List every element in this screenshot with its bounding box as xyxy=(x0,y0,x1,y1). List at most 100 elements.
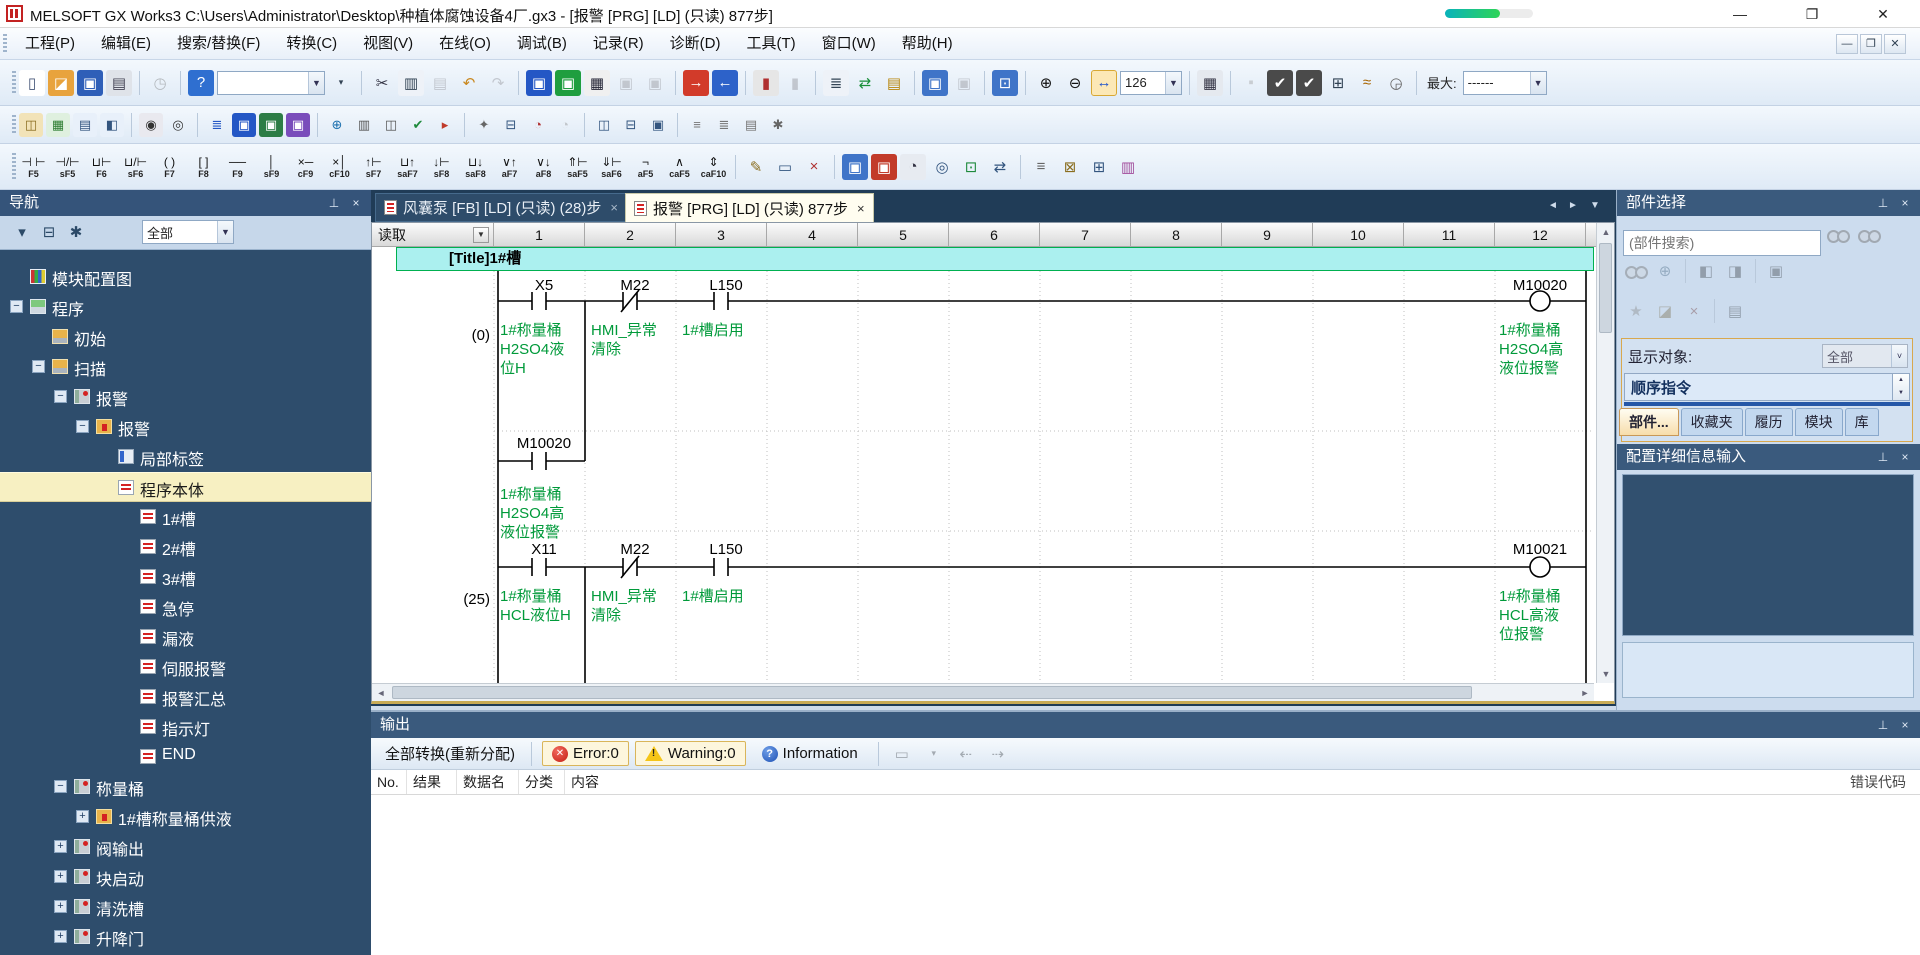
device-name[interactable]: M22 xyxy=(590,277,680,294)
menu-item[interactable]: 编辑(E) xyxy=(88,28,164,59)
menu-item[interactable]: 搜索/替换(F) xyxy=(164,28,273,59)
hscroll-thumb[interactable] xyxy=(392,686,1472,699)
fit-zoom-icon[interactable]: ↔ xyxy=(1091,70,1117,96)
project-revision-icon[interactable]: ◷ xyxy=(147,70,173,96)
device-name[interactable]: X11 xyxy=(499,541,589,558)
find-contact-coil-icon[interactable]: ◎ xyxy=(929,154,955,180)
tab-favorites[interactable]: 收藏夹 xyxy=(1681,408,1743,436)
zoom-combo-arrow-icon[interactable]: ▼ xyxy=(1165,72,1181,94)
ladder-symbol-saF7[interactable]: ⊔↑saF7 xyxy=(391,148,424,186)
options-icon[interactable]: ✱ xyxy=(766,113,790,137)
collapse-icon[interactable]: − xyxy=(76,420,89,433)
save-project-icon[interactable]: ▣ xyxy=(77,70,103,96)
ladder-symbol-aF5[interactable]: ¬aF5 xyxy=(629,148,662,186)
information-filter-button[interactable]: ?Information xyxy=(752,741,868,766)
scroll-left-icon[interactable]: ◄ xyxy=(372,684,390,702)
tab-alarm-program[interactable]: 报警 [PRG] [LD] (只读) 877步 × xyxy=(625,193,874,222)
watch-stop-icon[interactable]: ◔ xyxy=(553,113,577,137)
new-project-icon[interactable]: ▯ xyxy=(19,70,45,96)
watch-start-icon[interactable]: ◔ xyxy=(526,113,550,137)
close-icon[interactable]: × xyxy=(1896,194,1914,212)
nav-tree-item[interactable]: −程序 xyxy=(0,292,371,322)
open-project-icon[interactable]: ◪ xyxy=(48,70,74,96)
tab-parts[interactable]: 部件... xyxy=(1619,408,1679,436)
tree-display-icon[interactable]: ⊟ xyxy=(37,220,61,244)
next-message-icon[interactable]: ⇢ xyxy=(985,741,1011,767)
mdi-close-button[interactable]: ✕ xyxy=(1884,34,1906,54)
max-combobox[interactable]: ------▼ xyxy=(1463,71,1547,95)
previous-message-icon[interactable]: ⇠ xyxy=(953,741,979,767)
pin-icon[interactable]: ⊥ xyxy=(1874,194,1892,212)
binoculars-find-icon[interactable]: ◉ xyxy=(139,113,163,137)
nav-tree-item[interactable]: −报警 xyxy=(0,412,371,442)
output-column-header[interactable]: 数据名 xyxy=(457,770,519,794)
menu-item[interactable]: 工程(P) xyxy=(12,28,88,59)
ladder-symbol-aF8[interactable]: ∨↓aF8 xyxy=(527,148,560,186)
nav-tree-item[interactable]: 2#槽 xyxy=(0,532,371,562)
ladder-symbol-sF6[interactable]: ⊔/⊢sF6 xyxy=(119,148,152,186)
hot-key-monitor-icon[interactable]: ▦ xyxy=(584,70,610,96)
data-flow-icon[interactable]: ⇄ xyxy=(852,70,878,96)
ladder-symbol-sF7[interactable]: ↑⊢sF7 xyxy=(357,148,390,186)
verify-data-icon[interactable]: ≣ xyxy=(823,70,849,96)
device-name[interactable]: M10021 xyxy=(1495,541,1585,558)
nav-tree-item[interactable]: 初始 xyxy=(0,322,371,352)
display-target-combobox[interactable]: 全部˅ xyxy=(1822,344,1908,368)
close-button[interactable]: ✕ xyxy=(1866,3,1900,25)
collapse-icon[interactable]: − xyxy=(10,300,23,313)
settings-gear-icon[interactable]: ✱ xyxy=(64,220,88,244)
ladder-column-number[interactable]: 4 xyxy=(767,223,858,247)
cross-reference-icon[interactable]: ⇄ xyxy=(987,154,1013,180)
convert-all-button[interactable]: 全部转换(重新分配) xyxy=(379,743,521,764)
tree-collapse-icon[interactable]: ▾ xyxy=(10,220,34,244)
output-options-icon[interactable]: ▾ xyxy=(921,741,947,767)
ladder-symbol-F8[interactable]: [ ]F8 xyxy=(187,148,220,186)
menu-item[interactable]: 工具(T) xyxy=(733,28,808,59)
window-monitor-1-icon[interactable]: ▣ xyxy=(922,70,948,96)
instruction-list-item[interactable]: 顺序指令 xyxy=(1631,377,1691,398)
nav-tree-item[interactable]: 模块配置图 xyxy=(0,262,371,292)
ladder-column-number[interactable]: 10 xyxy=(1313,223,1404,247)
ladder-symbol-sF5[interactable]: ⊣/⊢sF5 xyxy=(51,148,84,186)
copy-icon[interactable]: ▥ xyxy=(398,70,424,96)
device-name[interactable]: L150 xyxy=(681,277,771,294)
new-folder-icon[interactable]: ◪ xyxy=(1652,298,1678,324)
close-icon[interactable]: × xyxy=(347,194,365,212)
convert-check-1-icon[interactable]: ✔ xyxy=(1267,70,1293,96)
zoom-out-icon[interactable]: ⊖ xyxy=(1062,70,1088,96)
tile-vertically-icon[interactable]: ◫ xyxy=(592,113,616,137)
output-column-header[interactable]: 分类 xyxy=(519,770,565,794)
nav-tree-item[interactable]: +块启动 xyxy=(0,862,371,892)
device-comment-icon[interactable]: ≣ xyxy=(205,113,229,137)
max-combo-arrow-icon[interactable]: ▼ xyxy=(1530,72,1546,94)
nav-tree-item[interactable]: END xyxy=(0,742,371,772)
window-layout-icon[interactable]: ◧ xyxy=(100,113,124,137)
device-memory-icon[interactable]: ▦ xyxy=(1197,70,1223,96)
ladder-symbol-saF6[interactable]: ⇓⊢saF6 xyxy=(595,148,628,186)
menu-item[interactable]: 调试(B) xyxy=(504,28,580,59)
menu-item[interactable]: 帮助(H) xyxy=(889,28,966,59)
insert-statement-icon[interactable]: ≡ xyxy=(1028,154,1054,180)
cascade-windows-icon[interactable]: ▣ xyxy=(646,113,670,137)
zoom-level-combobox[interactable]: 126▼ xyxy=(1120,71,1182,95)
tab-scroll-right-icon[interactable]: ► xyxy=(1564,197,1582,215)
delete-favorite-icon[interactable]: × xyxy=(1681,298,1707,324)
ladder-symbol-aF7[interactable]: ∨↑aF7 xyxy=(493,148,526,186)
expand-icon[interactable]: + xyxy=(76,810,89,823)
nav-tree-item[interactable]: 伺服报警 xyxy=(0,652,371,682)
window-monitor-2-icon[interactable]: ▣ xyxy=(951,70,977,96)
paste-icon[interactable]: ▤ xyxy=(427,70,453,96)
stop-output-icon[interactable]: ▭ xyxy=(889,741,915,767)
expand-icon[interactable]: + xyxy=(54,930,67,943)
warning-filter-button[interactable]: Warning:0 xyxy=(635,741,746,766)
plc-offline-icon[interactable]: ▮ xyxy=(782,70,808,96)
device-name[interactable]: L150 xyxy=(681,541,771,558)
menu-item[interactable]: 诊断(D) xyxy=(657,28,734,59)
device-monitor-icon[interactable]: ▣ xyxy=(526,70,552,96)
grid-setting-icon[interactable]: ⊞ xyxy=(1325,70,1351,96)
find-replace-icon[interactable]: ◎ xyxy=(166,113,190,137)
favorite-star-icon[interactable]: ★ xyxy=(1623,298,1649,324)
note-display-icon[interactable]: ▤ xyxy=(739,113,763,137)
nav-tree-item[interactable]: 局部标签 xyxy=(0,442,371,472)
output-column-header[interactable]: 结果 xyxy=(407,770,457,794)
